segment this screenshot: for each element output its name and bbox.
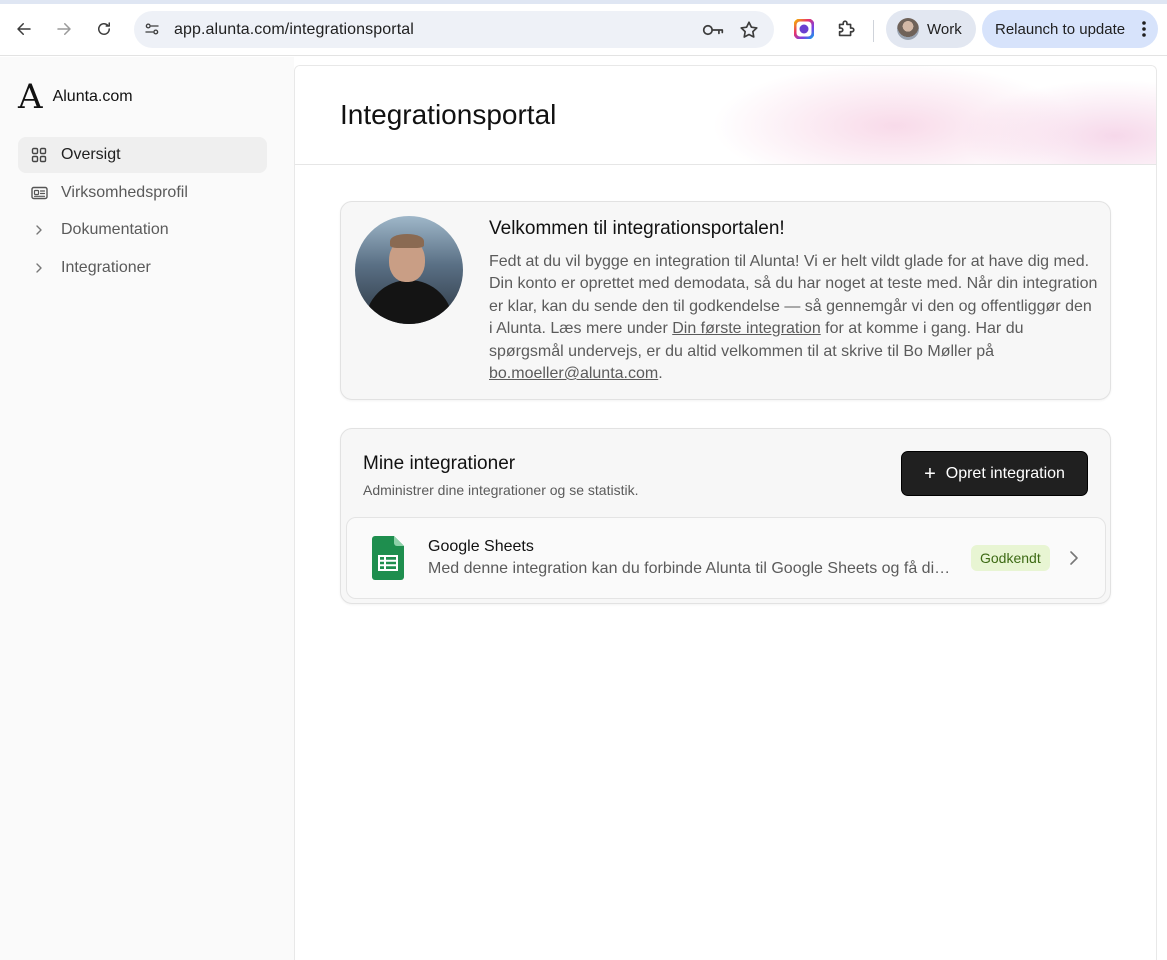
integration-name: Google Sheets bbox=[428, 538, 534, 555]
integrations-subtitle: Administrer dine integrationer og se sta… bbox=[363, 482, 639, 498]
welcome-card: Velkommen til integrationsportalen! Fedt… bbox=[340, 201, 1111, 400]
brand-logo[interactable]: A Alunta.com bbox=[18, 77, 133, 117]
brand-name: Alunta.com bbox=[52, 88, 133, 105]
site-settings-icon[interactable] bbox=[142, 19, 162, 39]
more-vert-icon[interactable] bbox=[1142, 21, 1146, 37]
integrations-card: Mine integrationer Administrer dine inte… bbox=[340, 428, 1111, 604]
password-key-icon[interactable] bbox=[702, 20, 724, 40]
relaunch-update-button[interactable]: Relaunch to update bbox=[982, 10, 1158, 48]
sidebar-item-oversigt[interactable]: Oversigt bbox=[18, 137, 267, 173]
profile-button[interactable]: Work bbox=[886, 10, 976, 48]
id-card-icon bbox=[30, 184, 48, 202]
back-button[interactable] bbox=[9, 14, 39, 44]
first-integration-link[interactable]: Din første integration bbox=[672, 320, 821, 337]
sidebar: A Alunta.com Oversigt Virksomhedsprofil … bbox=[0, 57, 294, 960]
google-sheets-icon bbox=[372, 536, 404, 580]
sidebar-item-label: Virksomhedsprofil bbox=[61, 184, 188, 201]
arrow-left-icon bbox=[17, 23, 31, 35]
sidebar-item-label: Dokumentation bbox=[61, 221, 169, 238]
reload-icon bbox=[98, 22, 110, 35]
browser-toolbar: app.alunta.com/integrationsportal Work R… bbox=[0, 4, 1167, 56]
contact-photo bbox=[355, 216, 463, 324]
url-text[interactable]: app.alunta.com/integrationsportal bbox=[174, 21, 414, 39]
color-extension-icon[interactable] bbox=[794, 19, 814, 39]
sidebar-item-integrationer[interactable]: Integrationer bbox=[18, 250, 267, 286]
arrow-right-icon bbox=[57, 23, 71, 35]
create-integration-button[interactable]: + Opret integration bbox=[901, 451, 1088, 496]
chevron-right-icon bbox=[30, 259, 48, 277]
logo-mark: A bbox=[18, 77, 43, 117]
page-header: Integrationsportal bbox=[295, 66, 1156, 165]
chevron-right-icon[interactable] bbox=[1067, 549, 1081, 567]
toolbar-divider bbox=[873, 20, 874, 42]
email-link[interactable]: bo.moeller@alunta.com bbox=[489, 365, 658, 382]
main-content: Integrationsportal Velkommen til integra… bbox=[294, 65, 1157, 960]
plus-icon: + bbox=[924, 462, 936, 485]
page-title: Integrationsportal bbox=[340, 99, 557, 130]
sidebar-item-dokumentation[interactable]: Dokumentation bbox=[18, 212, 267, 248]
welcome-text: Fedt at du vil bygge en integration til … bbox=[489, 253, 1098, 383]
chevron-right-icon bbox=[30, 221, 48, 239]
forward-button[interactable] bbox=[49, 14, 79, 44]
sidebar-item-label: Oversigt bbox=[61, 146, 121, 163]
profile-avatar bbox=[897, 18, 919, 40]
relaunch-label: Relaunch to update bbox=[995, 20, 1126, 38]
integration-row[interactable]: Google Sheets Med denne integration kan … bbox=[346, 517, 1106, 599]
grid-icon bbox=[30, 146, 48, 164]
sidebar-item-virksomhedsprofil[interactable]: Virksomhedsprofil bbox=[18, 175, 267, 211]
create-integration-label: Opret integration bbox=[945, 464, 1065, 482]
bookmark-star-icon[interactable] bbox=[738, 19, 760, 41]
address-bar[interactable]: app.alunta.com/integrationsportal bbox=[134, 11, 774, 48]
reload-button[interactable] bbox=[89, 14, 119, 44]
profile-label: Work bbox=[927, 20, 962, 38]
sidebar-item-label: Integrationer bbox=[61, 259, 151, 276]
welcome-title: Velkommen til integrationsportalen! bbox=[489, 218, 785, 239]
integration-description: Med denne integration kan du forbinde Al… bbox=[428, 560, 953, 577]
extensions-puzzle-icon[interactable] bbox=[835, 18, 857, 40]
integrations-title: Mine integrationer bbox=[363, 453, 516, 474]
status-badge: Godkendt bbox=[971, 545, 1050, 571]
